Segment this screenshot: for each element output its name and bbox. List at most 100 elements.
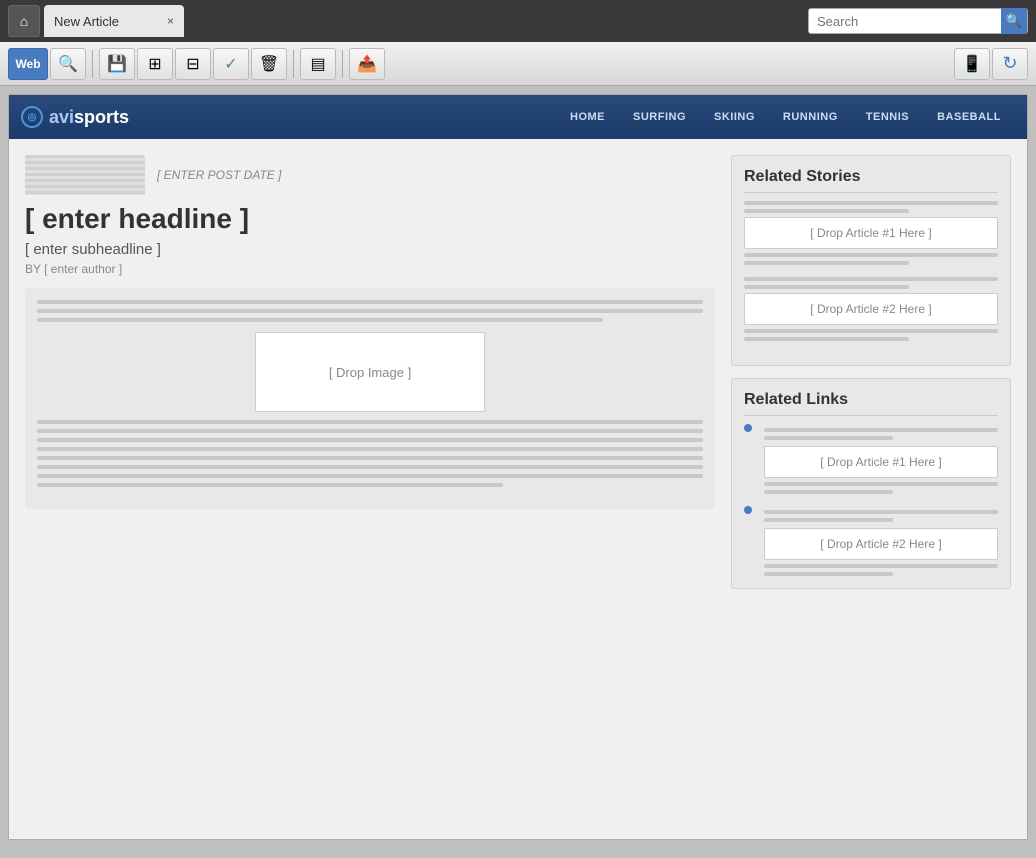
- active-tab[interactable]: New Article ×: [44, 5, 184, 37]
- nav-home[interactable]: HOME: [556, 111, 619, 123]
- trash-button[interactable]: 🗑: [251, 48, 287, 80]
- home-icon: ⌂: [20, 13, 28, 29]
- links-line: [764, 564, 998, 568]
- body-line: [37, 429, 703, 433]
- tab-label: New Article: [54, 14, 119, 29]
- article-date[interactable]: [ ENTER POST DATE ]: [157, 168, 281, 182]
- body-line: [37, 465, 703, 469]
- refresh-button[interactable]: ↻: [992, 48, 1028, 80]
- body-lines-top: [37, 300, 703, 322]
- layout-button[interactable]: ⊟: [175, 48, 211, 80]
- article-main: [ ENTER POST DATE ] [ enter headline ] […: [25, 155, 715, 823]
- upload-icon: 📤: [357, 54, 377, 74]
- tab-close-button[interactable]: ×: [167, 14, 174, 28]
- body-line: [37, 309, 703, 313]
- related-line: [744, 329, 998, 333]
- related-story-2: [ Drop Article #2 Here ]: [744, 277, 998, 341]
- links-lines-1-bottom: [764, 482, 998, 494]
- drop-article-1-label: [ Drop Article #1 Here ]: [810, 226, 931, 240]
- related-lines: [744, 253, 998, 265]
- related-line: [744, 277, 998, 281]
- check-icon: ✓: [224, 54, 237, 74]
- related-line: [744, 201, 998, 205]
- nav-skiing[interactable]: SKIING: [700, 111, 769, 123]
- article-subheadline[interactable]: [ enter subheadline ]: [25, 241, 715, 258]
- main-wrapper: ◎ avisports HOME SURFING SKIING RUNNING …: [0, 86, 1036, 858]
- grid-icon: ⊞: [148, 54, 161, 74]
- toolbar: Web 🔍 💾 ⊞ ⊟ ✓ 🗑 ▤ 📤 📱 ↻: [0, 42, 1036, 86]
- mobile-view-button[interactable]: 📱: [954, 48, 990, 80]
- drop-link-2-label: [ Drop Article #2 Here ]: [820, 537, 941, 551]
- links-line: [764, 428, 998, 432]
- bullet-dot-1: [744, 424, 752, 432]
- links-line: [764, 490, 893, 494]
- nav-tennis[interactable]: TENNIS: [852, 111, 923, 123]
- logo-icon: ◎: [21, 106, 43, 128]
- related-line: [744, 261, 909, 265]
- toolbar-right-group: 📱 ↻: [954, 48, 1028, 80]
- byline-author[interactable]: [ enter author ]: [44, 262, 122, 276]
- nav-running[interactable]: RUNNING: [769, 111, 852, 123]
- links-line: [764, 518, 893, 522]
- links-line: [764, 510, 998, 514]
- home-button[interactable]: ⌂: [8, 5, 40, 37]
- site-navigation: ◎ avisports HOME SURFING SKIING RUNNING …: [9, 95, 1027, 139]
- body-line: [37, 318, 603, 322]
- body-line: [37, 420, 703, 424]
- separator-3: [342, 50, 343, 78]
- search-bar: 🔍: [808, 8, 1028, 34]
- related-line: [744, 337, 909, 341]
- drop-link-1-label: [ Drop Article #1 Here ]: [820, 455, 941, 469]
- related-line: [744, 253, 998, 257]
- related-line: [744, 209, 909, 213]
- content-area: [ ENTER POST DATE ] [ enter headline ] […: [9, 139, 1027, 839]
- site-logo: ◎ avisports: [21, 106, 129, 128]
- article-headline[interactable]: [ enter headline ]: [25, 203, 715, 235]
- search-icon: 🔍: [1006, 13, 1022, 29]
- drop-article-zone-1[interactable]: [ Drop Article #1 Here ]: [744, 217, 998, 249]
- logo-sports: sports: [74, 107, 129, 128]
- drop-link-zone-1[interactable]: [ Drop Article #1 Here ]: [764, 446, 998, 478]
- links-line: [764, 572, 893, 576]
- separator-1: [92, 50, 93, 78]
- search-input[interactable]: [809, 14, 1001, 29]
- preview-icon: ▤: [310, 54, 325, 74]
- layout-icon: ⊟: [186, 54, 199, 74]
- upload-button[interactable]: 📤: [349, 48, 385, 80]
- drop-article-2-label: [ Drop Article #2 Here ]: [810, 302, 931, 316]
- check-button[interactable]: ✓: [213, 48, 249, 80]
- links-lines-2-bottom: [764, 564, 998, 576]
- drop-article-zone-2[interactable]: [ Drop Article #2 Here ]: [744, 293, 998, 325]
- related-lines: [744, 329, 998, 341]
- search-tool-icon: 🔍: [58, 54, 78, 74]
- save-button[interactable]: 💾: [99, 48, 135, 80]
- web-view-button[interactable]: Web: [8, 48, 48, 80]
- body-line: [37, 438, 703, 442]
- preview-button[interactable]: ▤: [300, 48, 336, 80]
- drop-image-label: [ Drop Image ]: [329, 365, 411, 380]
- nav-baseball[interactable]: BASEBALL: [923, 111, 1015, 123]
- related-lines: [744, 201, 998, 213]
- body-line: [37, 447, 703, 451]
- related-lines: [744, 277, 998, 289]
- web-label: Web: [15, 57, 40, 71]
- links-lines-1: [764, 428, 998, 440]
- search-tool-button[interactable]: 🔍: [50, 48, 86, 80]
- body-lines-bottom: [37, 420, 703, 487]
- bullet-dot-2: [744, 506, 752, 514]
- body-line: [37, 474, 703, 478]
- article-meta: [ ENTER POST DATE ]: [25, 155, 715, 195]
- article-byline: BY [ enter author ]: [25, 262, 715, 276]
- browser-window: ◎ avisports HOME SURFING SKIING RUNNING …: [8, 94, 1028, 840]
- byline-prefix: BY: [25, 262, 41, 276]
- related-stories-section: Related Stories [ Drop Article #1 Here ]: [731, 155, 1011, 366]
- search-button[interactable]: 🔍: [1001, 8, 1027, 34]
- related-links-section: Related Links [ Drop Article #1 Here ]: [731, 378, 1011, 589]
- logo-avi: avi: [49, 107, 74, 128]
- drop-image-zone[interactable]: [ Drop Image ]: [255, 332, 485, 412]
- body-line: [37, 456, 703, 460]
- related-line: [744, 285, 909, 289]
- nav-surfing[interactable]: SURFING: [619, 111, 700, 123]
- grid-button[interactable]: ⊞: [137, 48, 173, 80]
- drop-link-zone-2[interactable]: [ Drop Article #2 Here ]: [764, 528, 998, 560]
